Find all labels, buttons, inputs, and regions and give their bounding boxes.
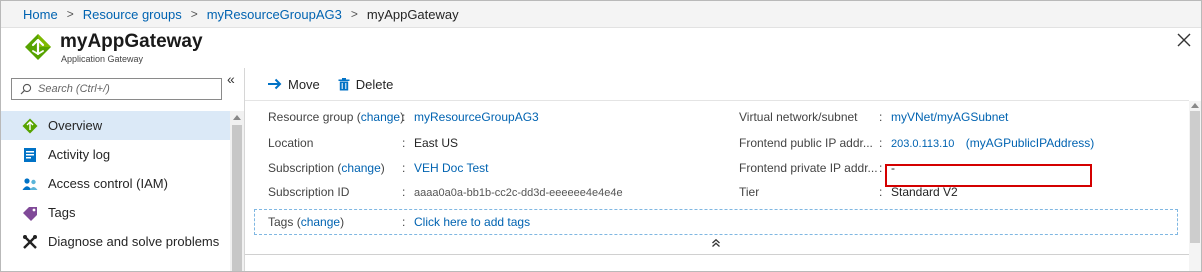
frontend-public-ip-label: Frontend public IP addr... (739, 136, 873, 150)
search-icon (20, 83, 32, 95)
tags-row[interactable] (254, 209, 1178, 235)
move-label: Move (288, 76, 320, 92)
divider (245, 254, 1189, 255)
trash-icon (338, 77, 350, 90)
public-ip-link[interactable]: 203.0.113.10 (891, 138, 954, 150)
subscription-id-value: aaaa0a0a-bb1b-cc2c-dd3d-eeeeee4e4e4e (414, 187, 623, 199)
search-box[interactable] (11, 78, 222, 100)
scrollbar-thumb[interactable] (1190, 111, 1200, 243)
breadcrumb-current: myAppGateway (366, 6, 459, 22)
public-ip-name-link[interactable]: (myAGPublicIPAddress) (966, 136, 1094, 150)
page-title: myAppGateway (60, 31, 203, 52)
resource-menu: « Overview (1, 68, 245, 271)
sidebar-item-label: Tags (48, 205, 76, 220)
tier-value: Standard V2 (891, 185, 958, 199)
scroll-up-icon[interactable] (233, 115, 241, 120)
chevron-right-icon: > (66, 7, 74, 21)
breadcrumb: Home > Resource groups > myResourceGroup… (1, 1, 1201, 28)
vnet-link[interactable]: myVNet/myAGSubnet (891, 110, 1008, 124)
location-value: East US (414, 136, 459, 150)
prop-subscription: Subscription (change) (268, 161, 385, 175)
arrow-right-icon (268, 78, 282, 90)
activity-log-icon (21, 146, 38, 163)
iam-icon (21, 175, 38, 192)
highlight-box (885, 164, 1092, 187)
chevron-right-icon: > (190, 7, 198, 21)
sidebar-item-overview[interactable]: Overview (1, 111, 230, 140)
frontend-private-ip-label: Frontend private IP addr... (739, 161, 878, 175)
chevron-right-icon: > (350, 7, 358, 21)
blade-window: Home > Resource groups > myResourceGroup… (0, 0, 1202, 272)
sidebar-item-label: Overview (48, 118, 103, 133)
delete-label: Delete (355, 76, 394, 92)
change-subscription-link[interactable]: change (341, 161, 380, 175)
sidebar-item-diagnose[interactable]: Diagnose and solve problems (1, 227, 230, 256)
sidebar-item-label: Activity log (48, 147, 111, 162)
wrench-icon (21, 233, 38, 250)
resource-group-link[interactable]: myResourceGroupAG3 (414, 110, 539, 124)
search-input[interactable] (38, 83, 218, 95)
sidebar-item-activity-log[interactable]: Activity log (1, 140, 230, 169)
menu-scrollbar[interactable] (230, 111, 244, 271)
breadcrumb-resource-groups[interactable]: Resource groups (83, 7, 182, 22)
application-gateway-icon (25, 34, 51, 60)
collapse-essentials-icon[interactable] (711, 238, 721, 248)
prop-tags: Tags (change) (268, 215, 345, 229)
blade-header: myAppGateway Application Gateway (1, 28, 1201, 68)
vnet-label: Virtual network/subnet (739, 110, 858, 124)
move-button[interactable]: Move (267, 77, 320, 92)
add-tags-link[interactable]: Click here to add tags (414, 215, 530, 229)
breadcrumb-resource-group[interactable]: myResourceGroupAG3 (207, 7, 342, 22)
scroll-up-icon[interactable] (1191, 103, 1199, 108)
overview-icon (21, 117, 38, 134)
delete-button[interactable]: Delete (338, 76, 394, 92)
subscription-id-label: Subscription ID (268, 185, 350, 199)
essentials-panel: Resource group (change) : myResourceGrou… (245, 101, 1189, 271)
collapse-menu-button[interactable]: « (227, 71, 235, 87)
change-tags-link[interactable]: change (301, 215, 340, 229)
change-resource-group-link[interactable]: change (361, 110, 400, 124)
tag-icon (21, 204, 38, 221)
prop-resource-group: Resource group (change) (268, 110, 405, 124)
nav-list: Overview Activity log Access control (IA… (1, 111, 230, 256)
sidebar-item-tags[interactable]: Tags (1, 198, 230, 227)
breadcrumb-home[interactable]: Home (23, 7, 58, 22)
close-icon[interactable] (1176, 32, 1192, 48)
page-subtitle: Application Gateway (61, 54, 144, 64)
sidebar-item-label: Access control (IAM) (48, 176, 168, 191)
content-scrollbar[interactable] (1189, 101, 1201, 271)
sidebar-item-label: Diagnose and solve problems (48, 234, 220, 249)
tier-label: Tier (739, 185, 760, 199)
sidebar-item-iam[interactable]: Access control (IAM) (1, 169, 230, 198)
subscription-link[interactable]: VEH Doc Test (414, 161, 488, 175)
command-bar: Move Delete (245, 68, 1201, 100)
main-content: Move Delete Resource group (change) : my… (245, 68, 1201, 271)
location-label: Location (268, 136, 314, 150)
scrollbar-thumb[interactable] (232, 125, 242, 271)
